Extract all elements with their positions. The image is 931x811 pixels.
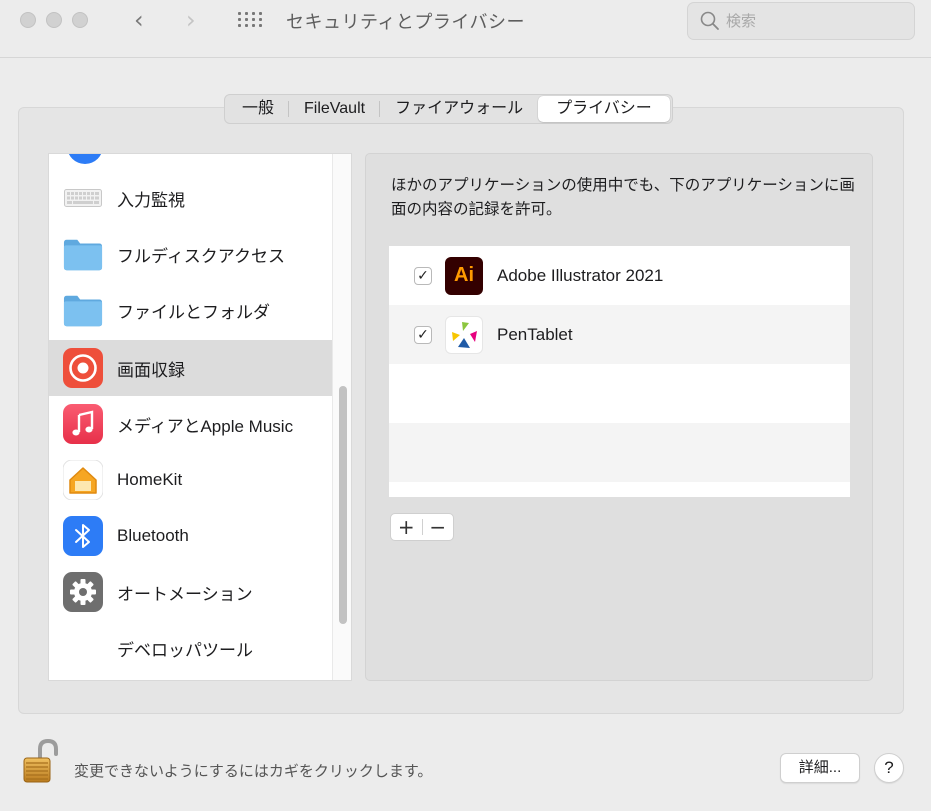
app-checkbox[interactable]: ✓: [414, 325, 432, 344]
sidebar-item-label: ファイルとフォルダ: [117, 302, 270, 322]
search-icon: [700, 11, 719, 30]
search-box[interactable]: [687, 2, 915, 40]
empty-row: [389, 364, 850, 423]
add-app-button[interactable]: +: [391, 514, 422, 540]
permission-description: ほかのアプリケーションの使用中でも、下のアプリケーションに画面の内容の記録を許可…: [391, 177, 855, 218]
unlocked-padlock-icon[interactable]: [18, 737, 66, 785]
empty-row: [389, 423, 850, 482]
location-icon: [67, 154, 103, 164]
sidebar-scrollbar-thumb[interactable]: [339, 386, 347, 624]
adobe-illustrator-icon: Ai: [445, 256, 483, 295]
privacy-category-list[interactable]: 入力監視 フルディスクアクセス ファイルとフォルダ 画面収録 メディアとAppl…: [48, 153, 352, 681]
sidebar-item-label: Bluetooth: [117, 526, 189, 545]
bluetooth-icon: [63, 516, 103, 556]
title-bar: ‹ › セキュリティとプライバシー: [0, 0, 931, 58]
sidebar-item-automation[interactable]: オートメーション: [49, 564, 332, 620]
tab-privacy[interactable]: プライバシー: [538, 96, 670, 122]
zoom-window-button[interactable]: [72, 12, 88, 28]
sidebar-item-label: デベロッパツール: [117, 640, 253, 660]
app-checkbox[interactable]: ✓: [414, 266, 432, 285]
tab-filevault[interactable]: FileVault: [289, 96, 381, 122]
sidebar-item-label: メディアとApple Music: [117, 416, 294, 436]
remove-app-button[interactable]: −: [423, 514, 454, 540]
app-row-pentablet[interactable]: ✓ PenTablet: [389, 305, 850, 364]
screen-recording-icon: [63, 348, 103, 388]
sidebar-item-files-and-folders[interactable]: ファイルとフォルダ: [49, 282, 332, 338]
add-remove-control: + −: [390, 513, 454, 541]
sidebar-scrollbar[interactable]: [332, 154, 351, 680]
app-name: PenTablet: [497, 324, 573, 344]
sidebar-item-label: HomeKit: [117, 470, 183, 489]
illustrator-logo-text: Ai: [454, 264, 474, 286]
app-row-illustrator[interactable]: ✓ Ai Adobe Illustrator 2021: [389, 246, 850, 305]
sidebar-item-label: 画面収録: [117, 360, 185, 380]
sidebar-item-media-apple-music[interactable]: メディアとApple Music: [49, 396, 332, 452]
window-title: セキュリティとプライバシー: [286, 12, 526, 32]
sidebar-item-screen-recording[interactable]: 画面収録: [49, 340, 332, 396]
sidebar-item-bluetooth[interactable]: Bluetooth: [49, 508, 332, 564]
pentablet-icon: [445, 315, 483, 354]
sidebar-item-input-monitoring[interactable]: 入力監視: [49, 170, 332, 226]
folder-icon: [63, 290, 103, 330]
gear-icon: [63, 572, 103, 612]
lock-hint-text: 変更できないようにするにはカギをクリックします。: [74, 763, 433, 780]
search-input[interactable]: [726, 12, 906, 30]
back-button[interactable]: ‹: [134, 6, 144, 34]
app-name: Adobe Illustrator 2021: [497, 265, 664, 285]
allowed-apps-list[interactable]: ✓ Ai Adobe Illustrator 2021 ✓ PenTablet: [389, 246, 850, 497]
screen-recording-pane: ほかのアプリケーションの使用中でも、下のアプリケーションに画面の内容の記録を許可…: [365, 153, 873, 681]
tab-firewall[interactable]: ファイアウォール: [380, 96, 538, 122]
sidebar-item-label: オートメーション: [117, 584, 253, 604]
music-icon: [63, 404, 103, 444]
sidebar-item-full-disk-access[interactable]: フルディスクアクセス: [49, 226, 332, 282]
tab-bar: 一般 FileVault ファイアウォール プライバシー: [224, 94, 673, 124]
sidebar-item-label: 入力監視: [117, 190, 185, 210]
home-icon: [63, 460, 103, 500]
tab-general[interactable]: 一般: [227, 96, 290, 122]
help-button[interactable]: ?: [874, 753, 904, 783]
developer-tools-icon: [63, 628, 103, 668]
minimize-window-button[interactable]: [46, 12, 62, 28]
sidebar-item-developer-tools[interactable]: デベロッパツール: [49, 620, 332, 676]
close-window-button[interactable]: [20, 12, 36, 28]
keyboard-icon: [63, 178, 103, 218]
sidebar-item-homekit[interactable]: HomeKit: [49, 452, 332, 508]
forward-button[interactable]: ›: [186, 6, 196, 34]
sidebar-item-label: フルディスクアクセス: [117, 246, 285, 266]
advanced-details-button[interactable]: 詳細...: [780, 753, 860, 783]
show-all-grid-icon[interactable]: [238, 12, 264, 32]
folder-icon: [63, 234, 103, 274]
